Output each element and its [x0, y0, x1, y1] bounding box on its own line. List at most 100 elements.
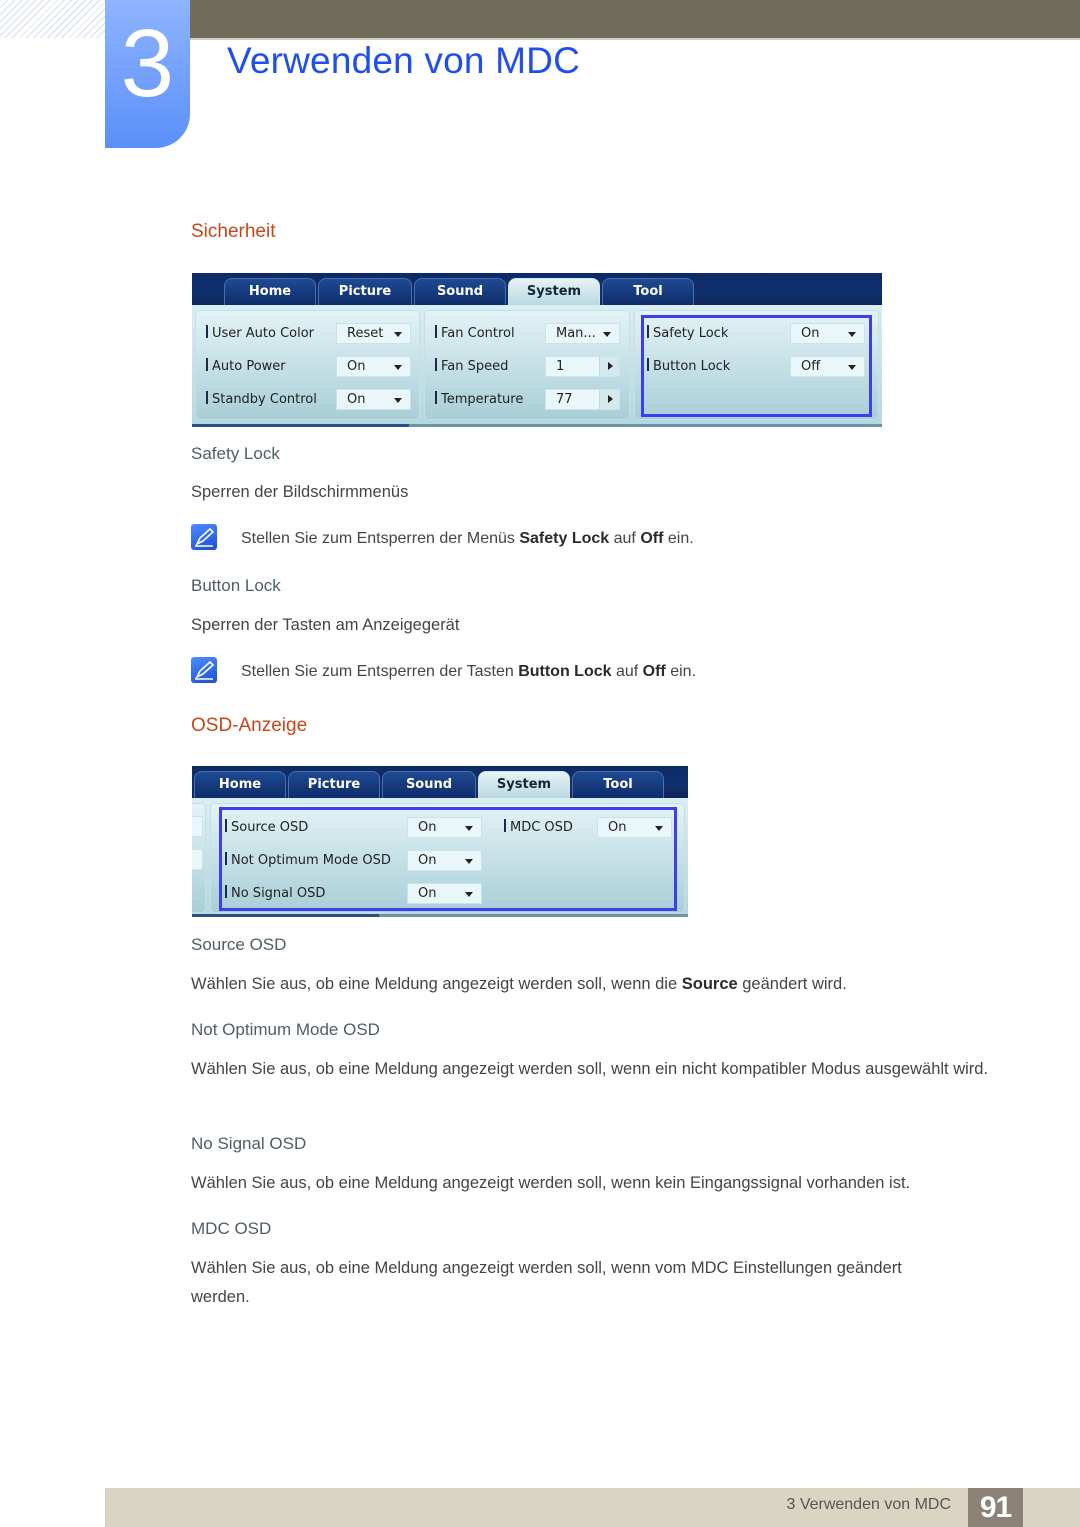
- item-title-not-optimum-mode-osd: Not Optimum Mode OSD: [191, 1020, 380, 1039]
- footer-chapter-label: 3 Verwenden von MDC: [786, 1496, 951, 1513]
- panel-bottom-edge: [192, 914, 379, 917]
- fan-control-dropdown[interactable]: Man...: [545, 323, 620, 344]
- note-text: auf: [611, 663, 643, 680]
- section-heading-osd: OSD-Anzeige: [191, 715, 308, 736]
- dropdown-value: Man...: [556, 326, 596, 341]
- settings-panel: User Auto Color Reset Auto Power On Stan…: [192, 305, 882, 427]
- chevron-down-icon: [394, 398, 402, 403]
- dropdown-value: On: [418, 853, 437, 868]
- item-title-mdc-osd: MDC OSD: [191, 1219, 272, 1238]
- chevron-down-icon: [603, 332, 611, 337]
- chevron-down-icon: [655, 826, 663, 831]
- label-mdc-osd: MDC OSD: [504, 819, 573, 835]
- osd-settings-screenshot: Home Picture Sound System Tool Source OS…: [192, 766, 688, 917]
- description-term: Source: [681, 975, 738, 993]
- mdc-osd-dropdown[interactable]: On: [597, 817, 672, 838]
- panel-bottom-edge: [379, 914, 688, 917]
- chevron-right-icon[interactable]: [599, 357, 619, 376]
- standby-control-dropdown[interactable]: On: [336, 389, 411, 410]
- note-text: ein.: [663, 530, 694, 547]
- source-osd-dropdown[interactable]: On: [407, 817, 482, 838]
- fan-speed-stepper[interactable]: 1: [545, 356, 620, 377]
- tab-tool[interactable]: Tool: [602, 278, 694, 305]
- auto-power-dropdown[interactable]: On: [336, 356, 411, 377]
- label-not-optimum-mode-osd: Not Optimum Mode OSD: [225, 852, 391, 868]
- note-text: ein.: [665, 663, 697, 680]
- item-title-safety-lock: Safety Lock: [191, 444, 280, 463]
- chevron-down-icon: [465, 826, 473, 831]
- description-text: Wählen Sie aus, ob eine Meldung angezeig…: [191, 975, 682, 993]
- note-text: auf: [609, 530, 641, 547]
- page-footer: 3 Verwenden von MDC 91: [105, 1488, 1080, 1527]
- item-description-no-signal-osd: Wählen Sie aus, ob eine Meldung angezeig…: [191, 1174, 911, 1192]
- safety-lock-dropdown[interactable]: On: [790, 323, 865, 344]
- dropdown-value: On: [418, 820, 437, 835]
- label-temperature: Temperature: [435, 391, 523, 407]
- stepper-value: 1: [556, 359, 565, 374]
- settings-group-fan: Fan Control Man... Fan Speed 1 Temperatu…: [424, 310, 630, 420]
- dropdown-value: On: [608, 820, 627, 835]
- dropdown-value: Reset: [347, 326, 384, 341]
- tab-tool[interactable]: Tool: [572, 771, 664, 798]
- note-pencil-icon: [191, 524, 217, 550]
- item-description-safety-lock: Sperren der Bildschirmmenüs: [191, 483, 409, 501]
- note-value: Off: [642, 663, 666, 680]
- item-title-no-signal-osd: No Signal OSD: [191, 1134, 307, 1153]
- header-bar: [190, 0, 1080, 38]
- settings-group-display: User Auto Color Reset Auto Power On Stan…: [195, 310, 420, 420]
- label-user-auto-color: User Auto Color: [206, 325, 314, 341]
- tab-system[interactable]: System: [508, 278, 600, 305]
- label-standby-control: Standby Control: [206, 391, 317, 407]
- panel-bottom-edge: [409, 424, 882, 427]
- partial-control: [192, 849, 203, 870]
- chapter-title: Verwenden von MDC: [227, 40, 581, 81]
- chevron-down-icon: [848, 332, 856, 337]
- settings-group-partial: [192, 803, 206, 913]
- chapter-number: 3: [120, 10, 175, 117]
- temperature-stepper[interactable]: 77: [545, 389, 620, 410]
- label-auto-power: Auto Power: [206, 358, 286, 374]
- item-description-source-osd: Wählen Sie aus, ob eine Meldung angezeig…: [191, 970, 1006, 999]
- settings-panel: Source OSD On Not Optimum Mode OSD On No…: [192, 798, 688, 917]
- settings-group-security: Safety Lock On Button Lock Off: [634, 310, 879, 420]
- label-button-lock: Button Lock: [647, 358, 730, 374]
- item-description-not-optimum-mode-osd: Wählen Sie aus, ob eine Meldung angezeig…: [191, 1060, 989, 1078]
- no-signal-osd-dropdown[interactable]: On: [407, 883, 482, 904]
- stepper-value: 77: [556, 392, 573, 407]
- item-title-button-lock: Button Lock: [191, 576, 281, 595]
- section-heading-security: Sicherheit: [191, 221, 276, 242]
- tab-system[interactable]: System: [478, 771, 570, 798]
- tab-home[interactable]: Home: [194, 771, 286, 798]
- note-text: Stellen Sie zum Entsperren der Tasten: [241, 663, 519, 680]
- chevron-down-icon: [394, 365, 402, 370]
- settings-group-osd: Source OSD On Not Optimum Mode OSD On No…: [210, 803, 685, 913]
- note-term: Safety Lock: [519, 530, 610, 547]
- dropdown-value: On: [418, 886, 437, 901]
- not-optimum-mode-osd-dropdown[interactable]: On: [407, 850, 482, 871]
- user-auto-color-dropdown[interactable]: Reset: [336, 323, 411, 344]
- panel-bottom-edge: [192, 424, 409, 427]
- tab-bar: Home Picture Sound System Tool: [192, 766, 688, 798]
- chevron-down-icon: [465, 892, 473, 897]
- dropdown-value: On: [801, 326, 820, 341]
- chevron-right-icon[interactable]: [599, 390, 619, 409]
- item-description-button-lock: Sperren der Tasten am Anzeigegerät: [191, 616, 460, 634]
- tab-home[interactable]: Home: [224, 278, 316, 305]
- button-lock-dropdown[interactable]: Off: [790, 356, 865, 377]
- label-no-signal-osd: No Signal OSD: [225, 885, 325, 901]
- partial-control: [192, 816, 203, 837]
- chevron-down-icon: [394, 332, 402, 337]
- item-title-source-osd: Source OSD: [191, 935, 287, 954]
- tab-picture[interactable]: Picture: [288, 771, 380, 798]
- dropdown-value: On: [347, 359, 366, 374]
- label-fan-speed: Fan Speed: [435, 358, 508, 374]
- tab-bar: Home Picture Sound System Tool: [192, 273, 882, 305]
- tab-sound[interactable]: Sound: [414, 278, 506, 305]
- page-number: 91: [968, 1488, 1023, 1527]
- header-hatch-decoration: [0, 0, 105, 38]
- tab-picture[interactable]: Picture: [318, 278, 412, 305]
- tab-sound[interactable]: Sound: [382, 771, 476, 798]
- label-fan-control: Fan Control: [435, 325, 515, 341]
- note-text: Stellen Sie zum Entsperren der Menüs: [241, 530, 520, 547]
- description-text: geändert wird.: [737, 975, 847, 993]
